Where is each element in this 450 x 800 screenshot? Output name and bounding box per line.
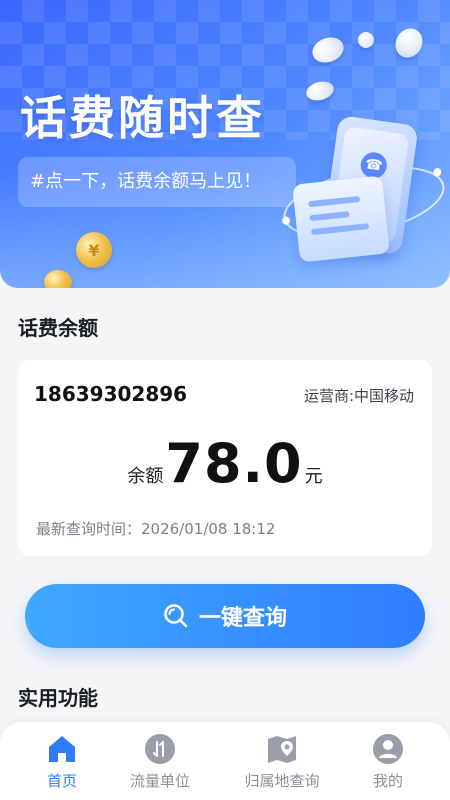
features-section-title: 实用功能 [18,686,98,710]
nav-label-home: 首页 [46,772,77,790]
search-icon [164,604,188,628]
map-pin-icon [268,736,296,763]
one-click-query-button[interactable]: 一键查询 [25,584,425,648]
nav-label-mine: 我的 [372,772,403,790]
nav-label-data-unit: 流量单位 [129,772,190,790]
balance-display: 余额78.0 元 [18,432,432,495]
phone-number: 18639302896 [34,382,188,406]
balance-card: 18639302896 运营商:中国移动 余额78.0 元 最新查询时间：2026… [18,360,432,556]
bottom-navigation: 首页 流量单位 归属地查询 我的 [0,722,450,800]
hero-title: 话费随时查 [20,91,265,145]
balance-unit: 元 [304,466,323,487]
query-button-label: 一键查询 [198,606,287,631]
coin-symbol: ¥ [88,240,100,260]
yuan-coin-icon: ¥ [76,232,112,268]
user-icon [373,734,403,764]
nav-item-location-query[interactable]: 归属地查询 [232,732,332,791]
balance-section-title: 话费余额 [18,316,98,340]
balance-label: 余额 [127,466,164,487]
hero-subtitle: #点一下，话费余额马上见！ [18,157,296,207]
hero-banner: 话费随时查 #点一下，话费余额马上见！ ¥ ☎ [0,0,450,288]
home-icon [49,736,75,762]
nav-label-location-query: 归属地查询 [244,772,320,790]
nav-item-mine[interactable]: 我的 [338,732,438,791]
receipt-illustration [292,175,390,263]
coin-icon [358,32,374,48]
last-query-time: 最新查询时间：2026/01/08 18:12 [36,520,276,538]
nav-item-home[interactable]: 首页 [12,732,112,791]
coin-icon [44,270,72,288]
data-transfer-icon [145,734,175,764]
balance-value: 78.0 [165,432,303,495]
operator-label: 运营商:中国移动 [303,387,414,405]
nav-item-data-unit[interactable]: 流量单位 [110,732,210,791]
